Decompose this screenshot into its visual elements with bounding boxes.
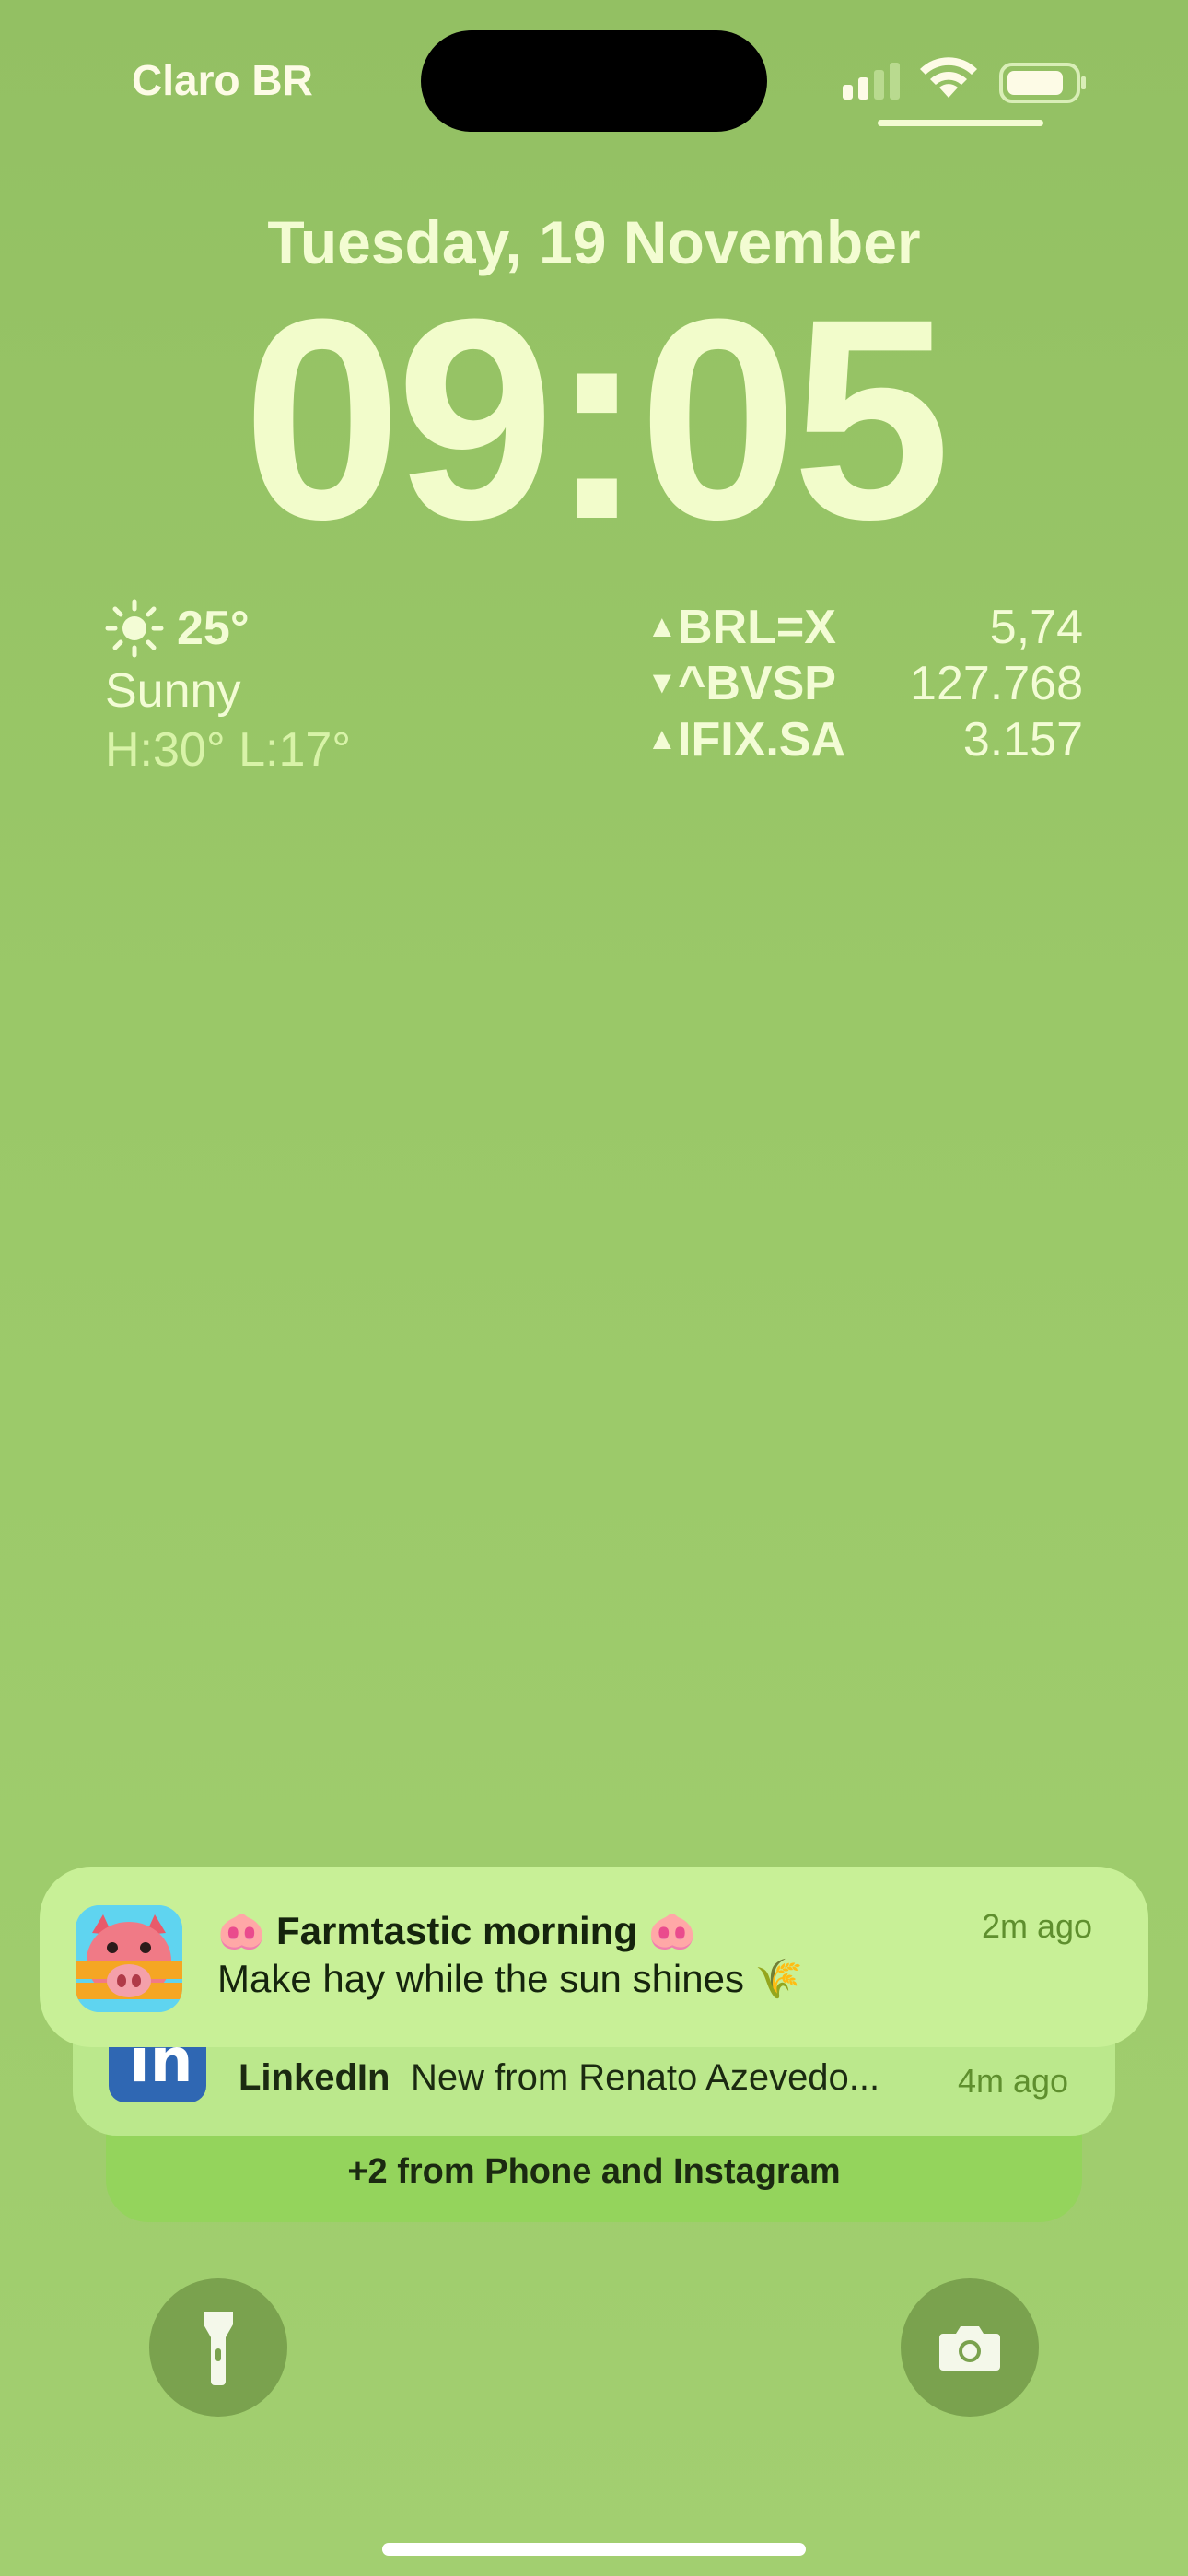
status-bar-indicator <box>878 120 1043 126</box>
stock-symbol: IFIX.SA <box>678 712 846 767</box>
notification-stack-label: +2 from Phone and Instagram <box>347 2152 841 2191</box>
farmtastic-notification-body: Make hay while the sun shines 🌾 <box>217 1957 803 2000</box>
stock-down-icon: ▼ <box>646 665 678 700</box>
stock-value: 127.768 <box>910 656 1083 710</box>
linkedin-notification-app: LinkedIn <box>239 2057 390 2098</box>
wifi-icon <box>920 57 977 98</box>
linkedin-notification-text: New from Renato Azevedo... <box>411 2057 880 2098</box>
stock-row: ▼ ^BVSP 127.768 <box>646 655 1083 711</box>
home-indicator[interactable] <box>382 2543 806 2556</box>
camera-icon <box>939 2326 1000 2371</box>
linkedin-notification-time: 4m ago <box>958 2062 1069 2100</box>
farmtastic-notification-title: 🐽 Farmtastic morning 🐽 <box>217 1909 696 1952</box>
carrier-name: Claro BR <box>132 56 313 104</box>
battery-icon <box>999 63 1086 103</box>
stock-symbol: BRL=X <box>678 600 836 654</box>
stock-value: 5,74 <box>989 600 1083 654</box>
camera-button[interactable] <box>901 2278 1039 2417</box>
stock-value: 3.157 <box>962 712 1083 767</box>
weather-temperature: 25° <box>177 602 250 655</box>
farmtastic-notification-time: 2m ago <box>982 1907 1093 1945</box>
stocks-widget[interactable]: ▲ BRL=X 5,74 ▼ ^BVSP 127.768 ▲ IFIX.SA 3… <box>646 599 1083 767</box>
cellular-signal-icon <box>843 63 900 100</box>
stock-symbol: ^BVSP <box>678 656 836 710</box>
lock-screen-clock[interactable]: 09:05 <box>0 276 1188 562</box>
weather-high-low: H:30° L:17° <box>105 723 352 777</box>
stock-up-icon: ▲ <box>646 721 678 756</box>
flashlight-icon <box>204 2312 233 2385</box>
stock-row: ▲ IFIX.SA 3.157 <box>646 711 1083 767</box>
weather-widget[interactable]: 25° Sunny H:30° L:17° <box>105 599 351 778</box>
farmtastic-pig-app-icon <box>76 1905 182 2012</box>
flashlight-button[interactable] <box>149 2278 287 2417</box>
stock-up-icon: ▲ <box>646 609 678 644</box>
stock-row: ▲ BRL=X 5,74 <box>646 599 1083 655</box>
dynamic-island <box>421 30 767 132</box>
weather-condition: Sunny <box>105 664 241 718</box>
sun-icon <box>105 599 164 658</box>
